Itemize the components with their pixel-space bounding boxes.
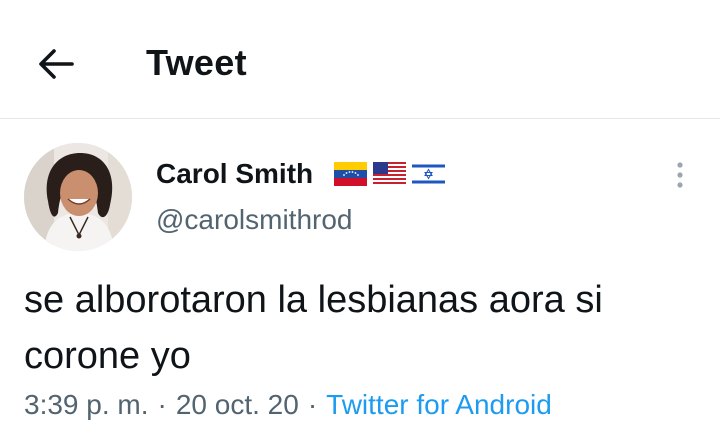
tweet-time[interactable]: 3:39 p. m. <box>24 389 149 420</box>
venezuela-flag-icon <box>334 162 367 186</box>
more-options-button[interactable] <box>662 156 698 196</box>
avatar[interactable] <box>24 143 132 251</box>
more-vertical-icon <box>677 162 683 188</box>
top-bar: Tweet <box>0 0 720 119</box>
back-button[interactable] <box>34 44 78 84</box>
israel-flag-icon <box>412 162 445 186</box>
tweet-text: se alborotaron la lesbianas aora si coro… <box>24 279 603 377</box>
avatar-image <box>24 143 132 251</box>
author-handle[interactable]: @carolsmithrod <box>156 204 352 236</box>
tweet-source-link[interactable]: Twitter for Android <box>326 389 552 420</box>
tweet-metadata: 3:39 p. m. · 20 oct. 20 · Twitter for Androi… <box>24 389 552 421</box>
author-name[interactable]: Carol Smith <box>156 158 313 190</box>
separator-dot: · <box>307 389 318 420</box>
arrow-left-icon <box>39 49 74 79</box>
usa-flag-icon <box>373 162 406 186</box>
tweet-date[interactable]: 20 oct. 20 <box>176 389 299 420</box>
author-flags <box>334 162 445 188</box>
page-title: Tweet <box>146 42 247 83</box>
separator-dot: · <box>157 389 167 420</box>
